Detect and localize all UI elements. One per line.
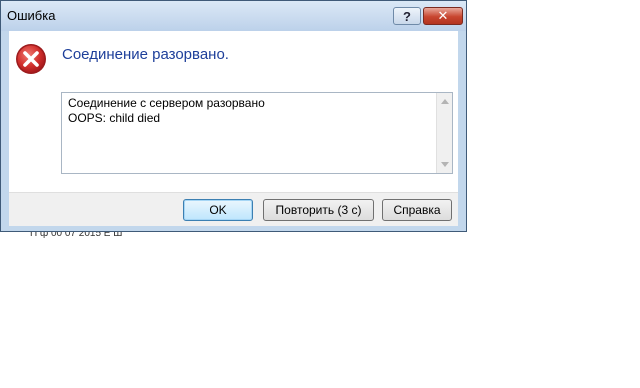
error-dialog: Ошибка ? ✕ Соединение разорвано. Соедине — [0, 0, 467, 232]
window-title: Ошибка — [7, 8, 56, 23]
details-text: Соединение с сервером разорвано OOPS: ch… — [68, 96, 265, 126]
details-line: Соединение с сервером разорвано — [68, 96, 265, 110]
title-bar[interactable]: Ошибка ? ✕ — [1, 1, 466, 31]
close-icon: ✕ — [437, 8, 449, 23]
close-button[interactable]: ✕ — [423, 7, 463, 25]
retry-button[interactable]: Повторить (3 с) — [263, 199, 374, 221]
scroll-down-icon[interactable] — [441, 162, 449, 167]
help-icon: ? — [403, 8, 411, 24]
ok-button[interactable]: OK — [183, 199, 253, 221]
details-line: OOPS: child died — [68, 111, 161, 125]
button-bar: OK Повторить (3 с) Справка — [9, 192, 458, 226]
help-title-button[interactable]: ? — [393, 7, 421, 25]
vertical-scrollbar[interactable] — [436, 93, 452, 173]
scroll-up-icon[interactable] — [441, 99, 449, 104]
error-heading: Соединение разорвано. — [62, 46, 229, 63]
error-icon — [16, 44, 46, 74]
dialog-content: Соединение разорвано. Соединение с серве… — [9, 31, 458, 192]
help-button[interactable]: Справка — [382, 199, 452, 221]
details-textbox[interactable]: Соединение с сервером разорвано OOPS: ch… — [61, 92, 453, 174]
